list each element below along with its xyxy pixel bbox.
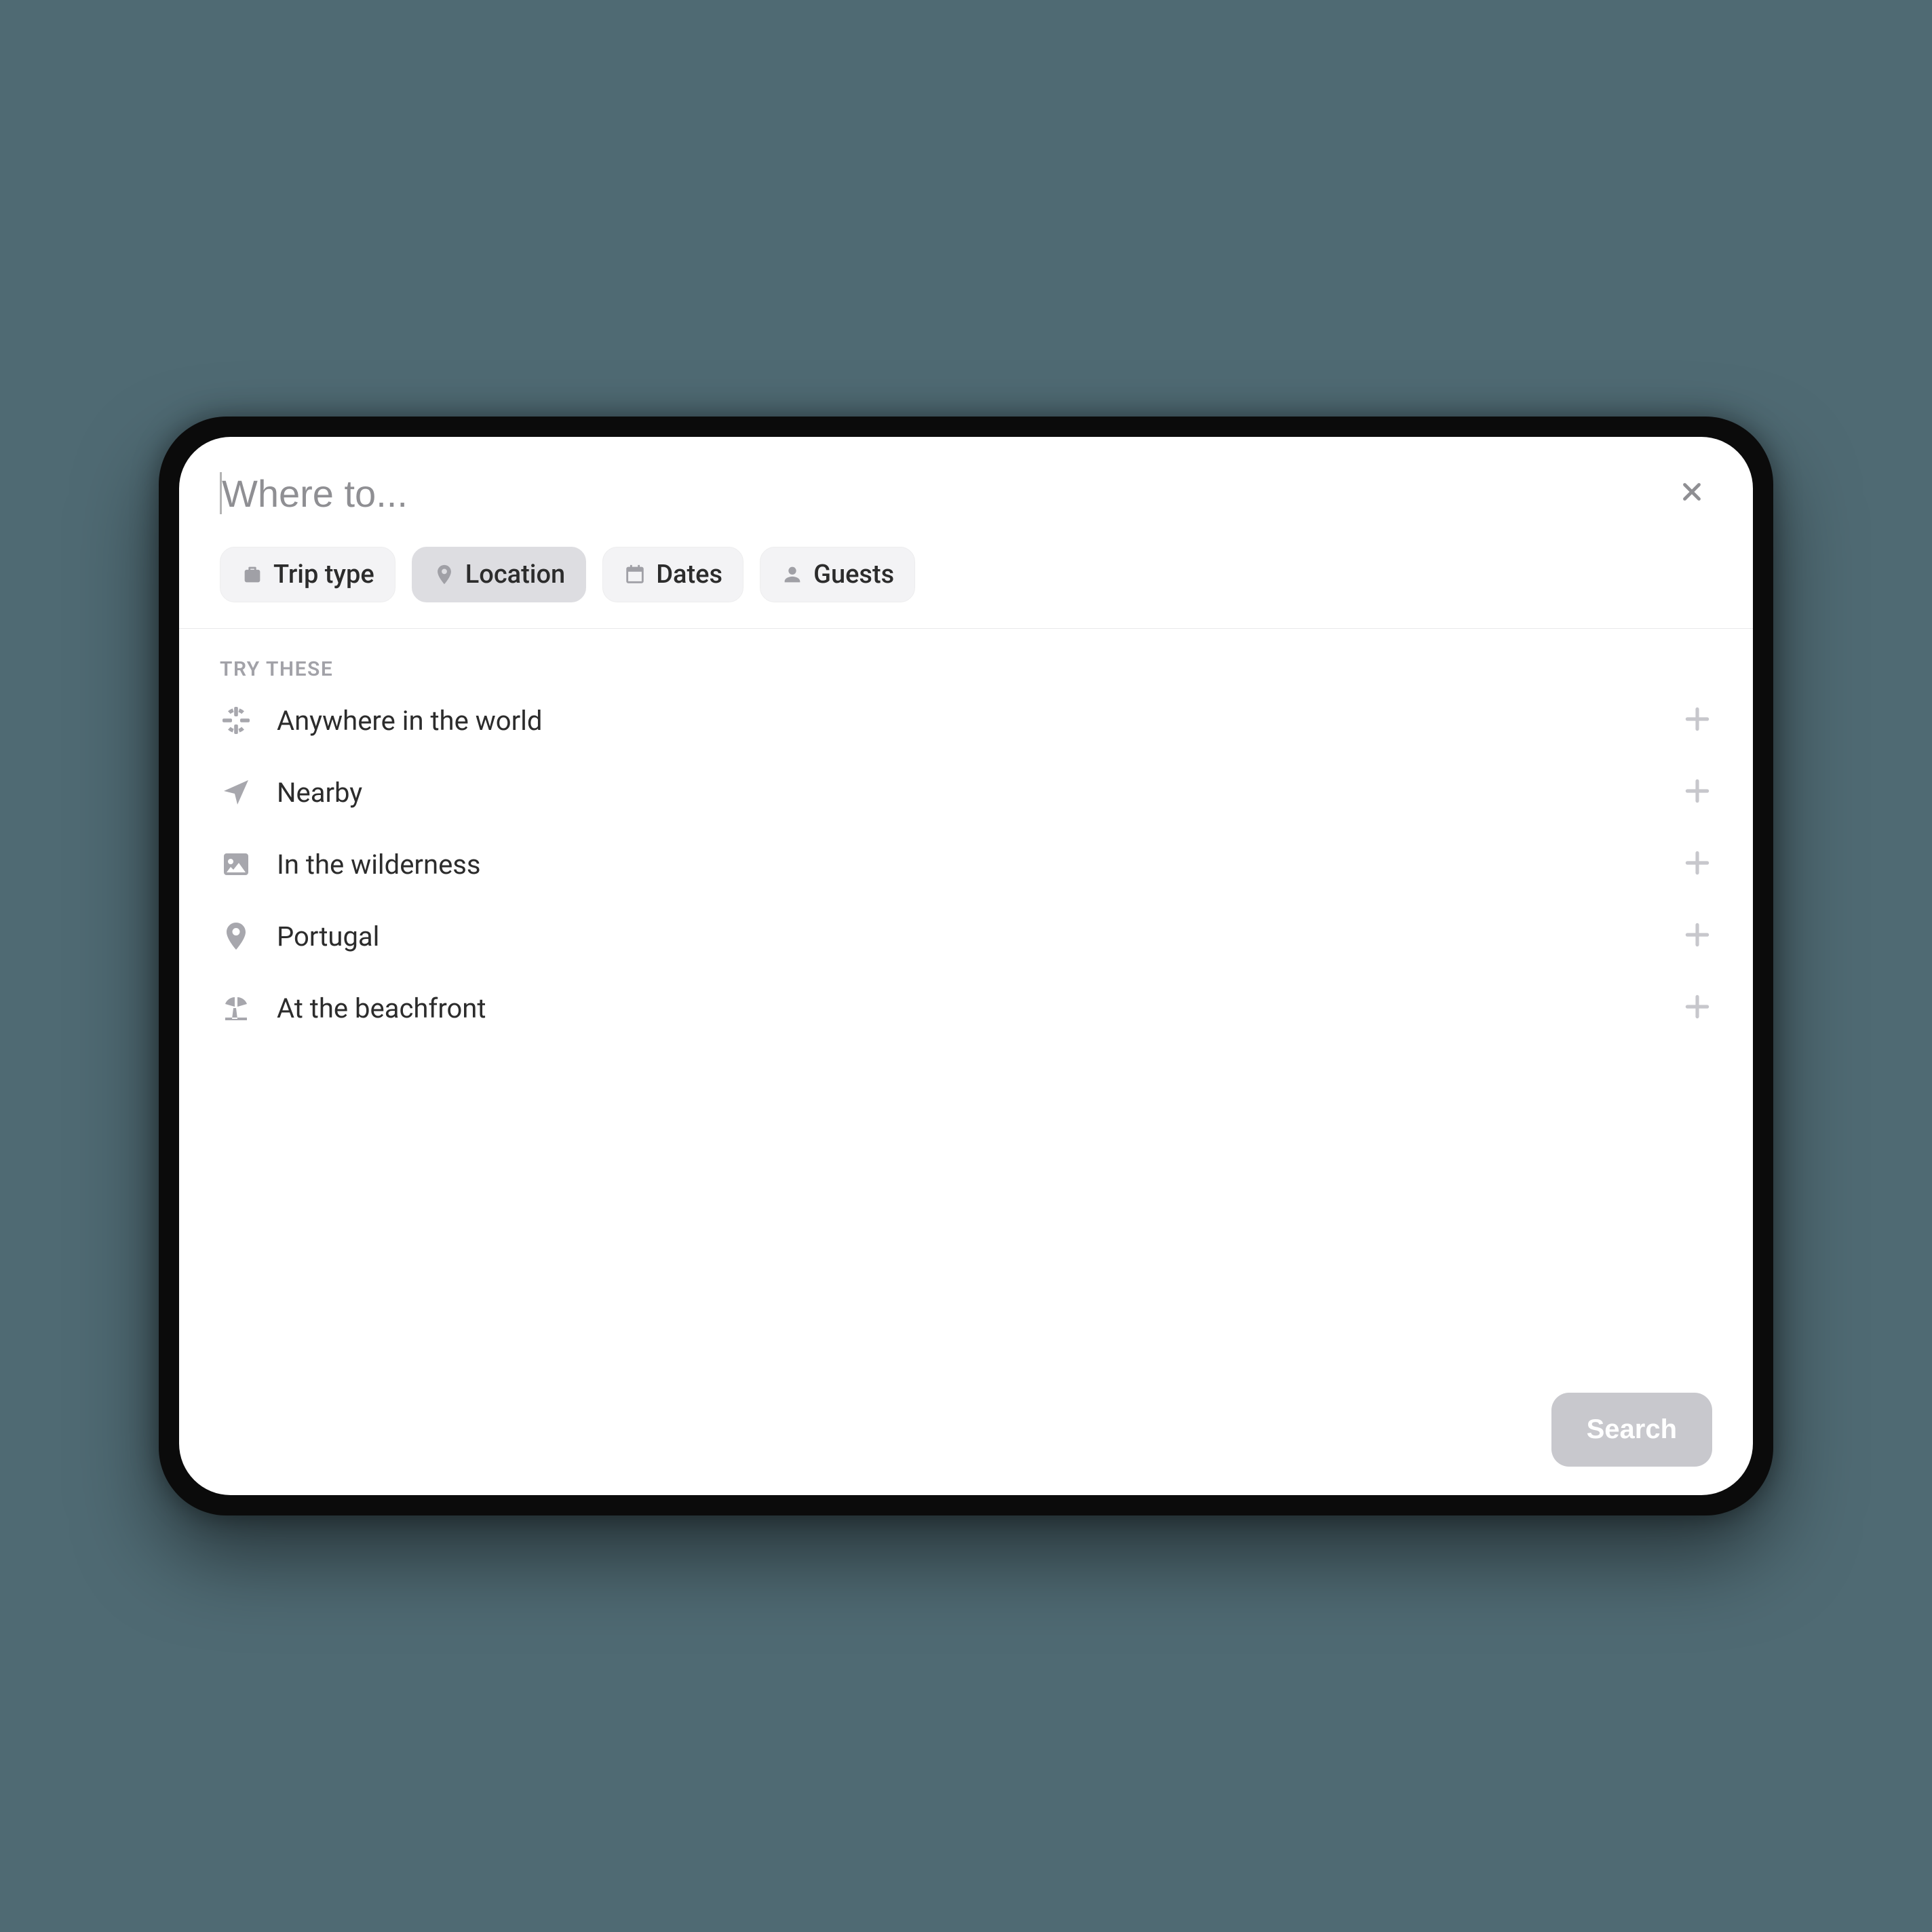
add-button[interactable] xyxy=(1682,706,1712,735)
plus-icon xyxy=(1682,992,1712,1024)
suggestion-label: Portugal xyxy=(277,921,1658,952)
search-row xyxy=(220,472,1712,514)
close-button[interactable] xyxy=(1672,473,1712,514)
header: Trip type Location Dates xyxy=(179,437,1753,628)
chip-dates[interactable]: Dates xyxy=(602,547,743,602)
body: TRY THESE Anywhere in the world xyxy=(179,629,1753,1495)
pin-icon xyxy=(220,920,252,952)
footer: Search xyxy=(1551,1393,1712,1467)
chip-guests[interactable]: Guests xyxy=(760,547,915,602)
add-button[interactable] xyxy=(1682,993,1712,1023)
device-frame: Trip type Location Dates xyxy=(159,417,1773,1515)
chip-label: Trip type xyxy=(273,560,374,590)
beach-icon xyxy=(220,992,252,1024)
image-icon xyxy=(220,848,252,881)
screen: Trip type Location Dates xyxy=(179,437,1753,1495)
person-icon xyxy=(781,563,804,586)
add-button[interactable] xyxy=(1682,777,1712,807)
globe-icon xyxy=(220,704,252,737)
suggestion-label: In the wilderness xyxy=(277,849,1658,881)
calendar-icon xyxy=(623,563,646,586)
destination-search-input[interactable] xyxy=(220,472,1672,514)
suggestion-portugal[interactable]: Portugal xyxy=(220,920,1712,952)
suggestion-label: Anywhere in the world xyxy=(277,705,1658,737)
suitcase-icon xyxy=(241,563,264,586)
suggestion-wilderness[interactable]: In the wilderness xyxy=(220,848,1712,881)
add-button[interactable] xyxy=(1682,849,1712,879)
chip-label: Location xyxy=(465,560,565,590)
suggestion-nearby[interactable]: Nearby xyxy=(220,776,1712,809)
suggestions-title: TRY THESE xyxy=(220,657,1712,681)
suggestions-list: Anywhere in the world Nearby xyxy=(220,704,1712,1024)
close-icon xyxy=(1680,480,1704,507)
location-arrow-icon xyxy=(220,776,252,809)
chip-trip-type[interactable]: Trip type xyxy=(220,547,395,602)
plus-icon xyxy=(1682,776,1712,809)
suggestion-anywhere[interactable]: Anywhere in the world xyxy=(220,704,1712,737)
search-button[interactable]: Search xyxy=(1551,1393,1712,1467)
chip-label: Guests xyxy=(813,560,894,590)
filter-chips: Trip type Location Dates xyxy=(220,547,1712,628)
plus-icon xyxy=(1682,848,1712,881)
plus-icon xyxy=(1682,920,1712,952)
suggestion-label: Nearby xyxy=(277,777,1658,809)
add-button[interactable] xyxy=(1682,921,1712,951)
pin-icon xyxy=(433,563,456,586)
suggestion-label: At the beachfront xyxy=(277,992,1658,1024)
chip-label: Dates xyxy=(656,560,722,590)
chip-location[interactable]: Location xyxy=(412,547,586,602)
suggestion-beachfront[interactable]: At the beachfront xyxy=(220,992,1712,1024)
plus-icon xyxy=(1682,704,1712,737)
